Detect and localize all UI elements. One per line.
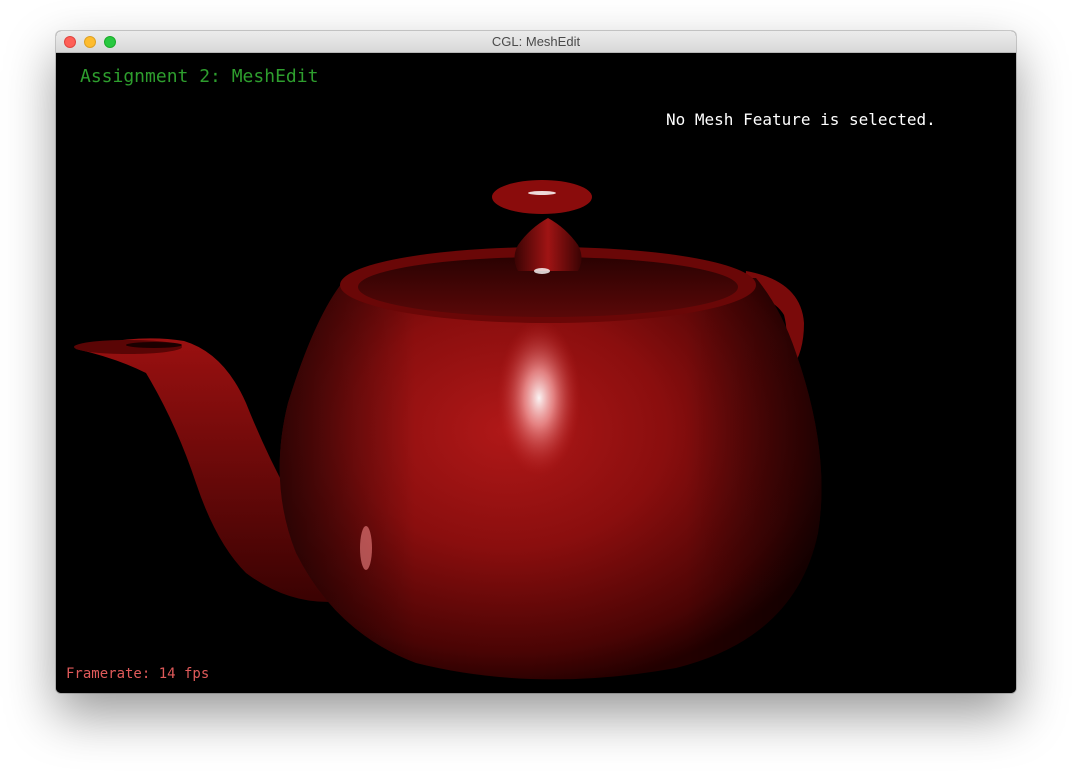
app-window: CGL: MeshEdit Assignment 2: MeshEdit No … <box>56 31 1016 693</box>
app-title: Assignment 2: MeshEdit <box>80 66 319 87</box>
selection-status: No Mesh Feature is selected. <box>666 110 936 129</box>
window-title: CGL: MeshEdit <box>491 34 581 49</box>
title-bar[interactable]: CGL: MeshEdit <box>56 31 1016 53</box>
render-viewport[interactable]: Assignment 2: MeshEdit No Mesh Feature i… <box>56 53 1016 693</box>
teapot-mesh[interactable] <box>56 53 1016 693</box>
teapot-knob <box>514 218 582 271</box>
framerate-readout: Framerate: 14 fps <box>66 666 210 682</box>
